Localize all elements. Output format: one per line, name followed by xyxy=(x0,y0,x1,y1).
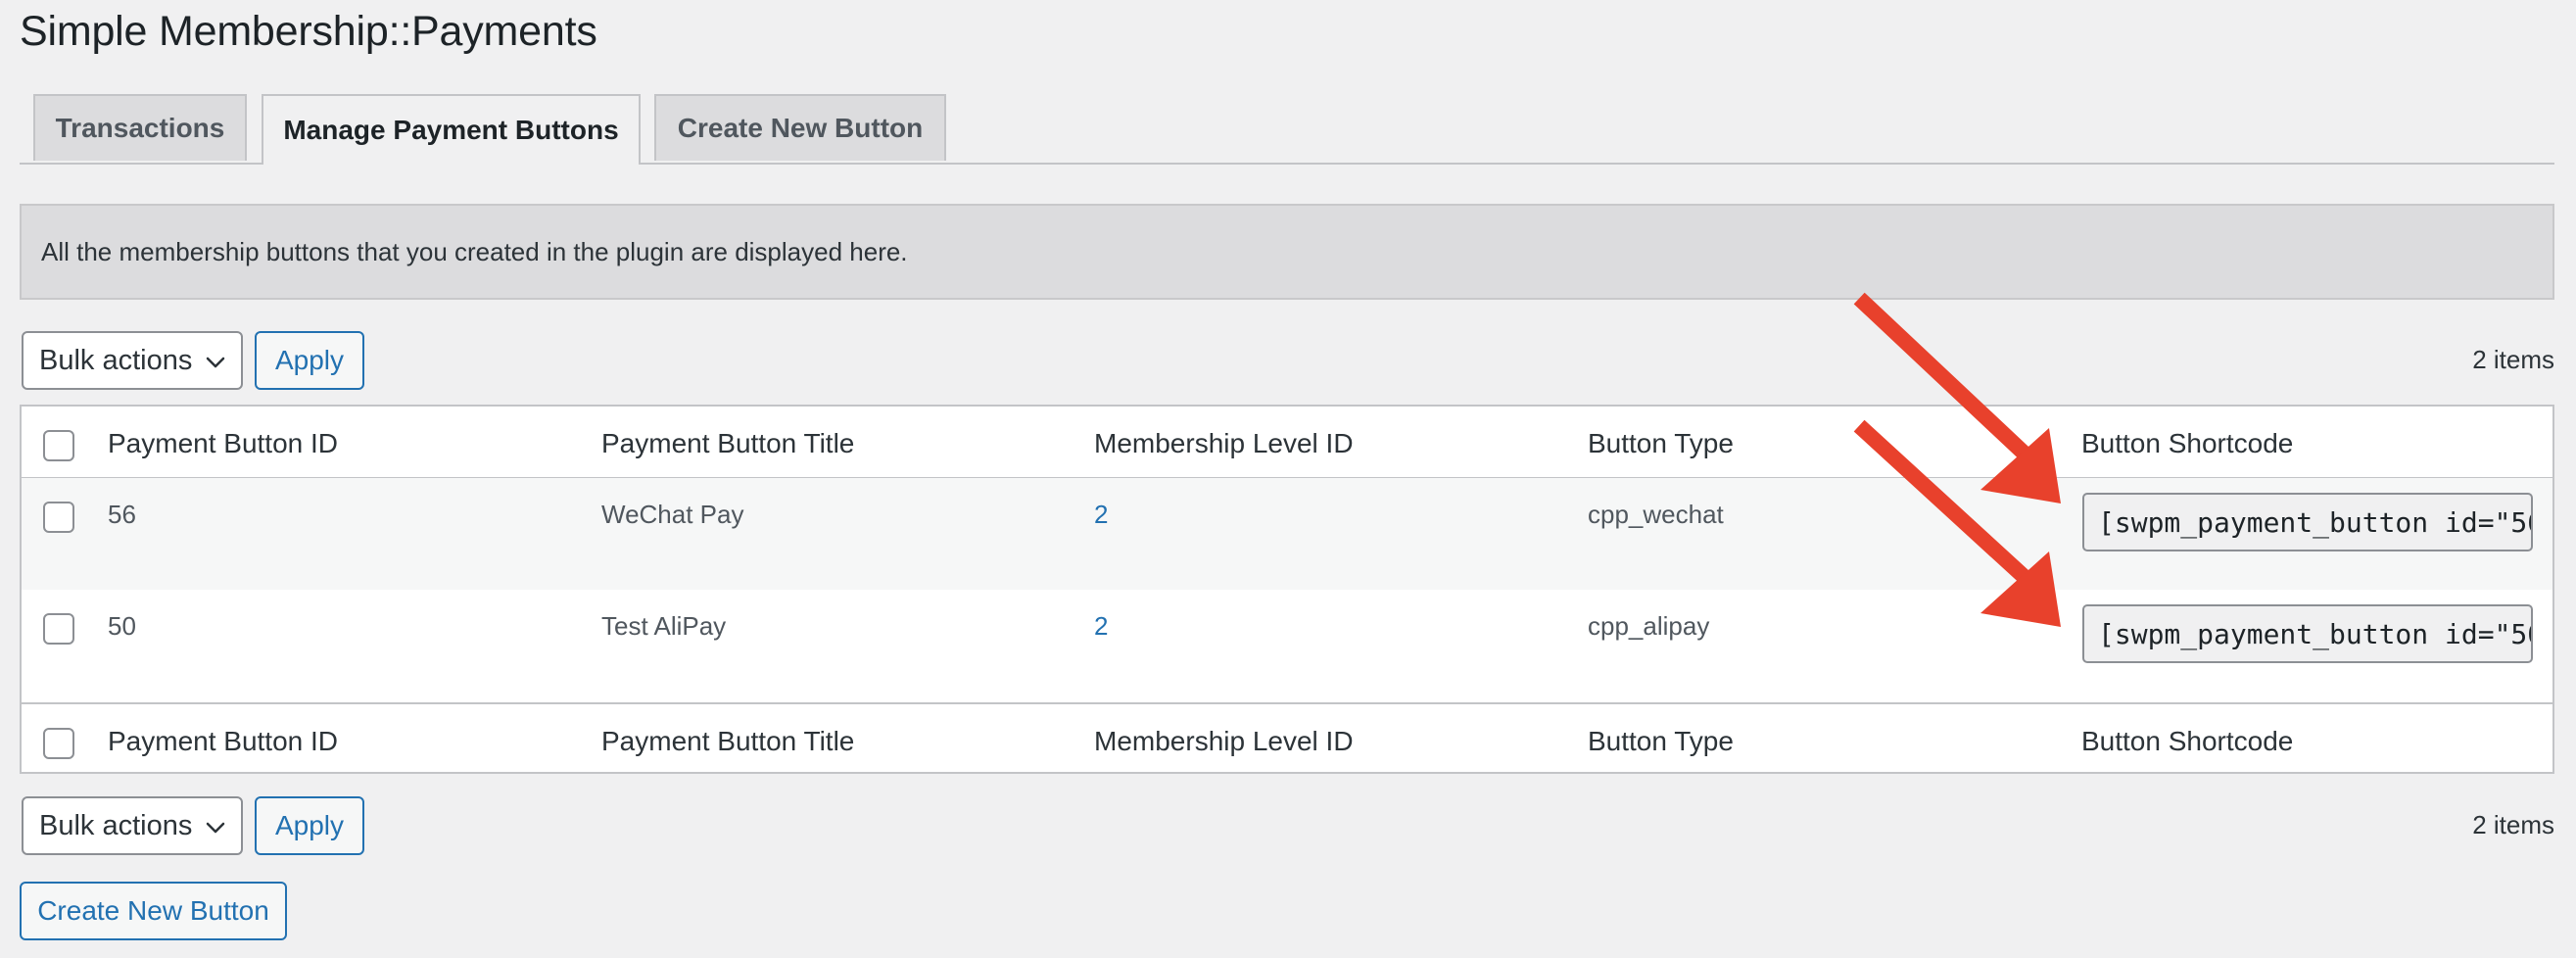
column-header-button-title[interactable]: Payment Button Title xyxy=(601,428,854,459)
column-header-button-shortcode: Button Shortcode xyxy=(2081,428,2294,458)
column-footer-button-shortcode: Button Shortcode xyxy=(2081,726,2294,756)
shortcode-field[interactable]: [swpm_payment_button id="56"] xyxy=(2082,493,2533,551)
table-row: 56 WeChat Pay 2 cpp_wechat [swpm_payment… xyxy=(22,478,2552,590)
select-all-checkbox[interactable] xyxy=(43,430,74,461)
column-footer-button-id[interactable]: Payment Button ID xyxy=(108,726,338,757)
cell-button-id: 56 xyxy=(108,500,136,529)
apply-button-top[interactable]: Apply xyxy=(255,331,364,390)
cell-membership-level-link[interactable]: 2 xyxy=(1094,500,1108,530)
notice-text: All the membership buttons that you crea… xyxy=(41,236,908,266)
cell-button-title: WeChat Pay xyxy=(601,500,744,529)
cell-membership-level-link[interactable]: 2 xyxy=(1094,611,1108,642)
table-footer-row: Payment Button ID Payment Button Title M… xyxy=(22,702,2552,776)
bulk-actions-selected-value: Bulk actions xyxy=(39,344,193,376)
items-count-top: 2 items xyxy=(2472,345,2554,374)
tab-manage-payment-buttons[interactable]: Manage Payment Buttons xyxy=(262,94,641,165)
column-footer-membership-level-id[interactable]: Membership Level ID xyxy=(1094,726,1354,757)
row-checkbox[interactable] xyxy=(43,502,74,533)
column-header-button-type[interactable]: Button Type xyxy=(1588,428,1734,459)
chevron-down-icon xyxy=(206,357,225,368)
apply-button-bottom[interactable]: Apply xyxy=(255,796,364,855)
row-checkbox[interactable] xyxy=(43,613,74,645)
bulk-actions-selected-value: Bulk actions xyxy=(39,809,193,841)
column-header-membership-level-id[interactable]: Membership Level ID xyxy=(1094,428,1354,459)
cell-button-type: cpp_wechat xyxy=(1588,500,1724,529)
table-row: 50 Test AliPay 2 cpp_alipay [swpm_paymen… xyxy=(22,590,2552,701)
tab-transactions[interactable]: Transactions xyxy=(33,94,247,161)
payment-buttons-table: Payment Button ID Payment Button Title M… xyxy=(20,405,2554,774)
items-count-bottom: 2 items xyxy=(2472,810,2554,839)
info-notice: All the membership buttons that you crea… xyxy=(20,204,2554,300)
cell-button-type: cpp_alipay xyxy=(1588,611,1710,641)
create-new-button[interactable]: Create New Button xyxy=(20,882,287,940)
tab-create-new-button[interactable]: Create New Button xyxy=(654,94,946,161)
bulk-actions-select-top[interactable]: Bulk actions xyxy=(22,331,243,390)
nav-tabs: Transactions Manage Payment Buttons Crea… xyxy=(20,94,2554,165)
column-footer-button-type[interactable]: Button Type xyxy=(1588,726,1734,757)
cell-button-title: Test AliPay xyxy=(601,611,727,641)
bulk-actions-select-bottom[interactable]: Bulk actions xyxy=(22,796,243,855)
page-title: Simple Membership::Payments xyxy=(20,8,597,55)
select-all-checkbox-bottom[interactable] xyxy=(43,728,74,759)
table-header-row: Payment Button ID Payment Button Title M… xyxy=(22,407,2552,479)
cell-button-id: 50 xyxy=(108,611,136,641)
column-footer-button-title[interactable]: Payment Button Title xyxy=(601,726,854,757)
column-header-button-id[interactable]: Payment Button ID xyxy=(108,428,338,459)
shortcode-field[interactable]: [swpm_payment_button id="50"] xyxy=(2082,604,2533,663)
chevron-down-icon xyxy=(206,822,225,834)
